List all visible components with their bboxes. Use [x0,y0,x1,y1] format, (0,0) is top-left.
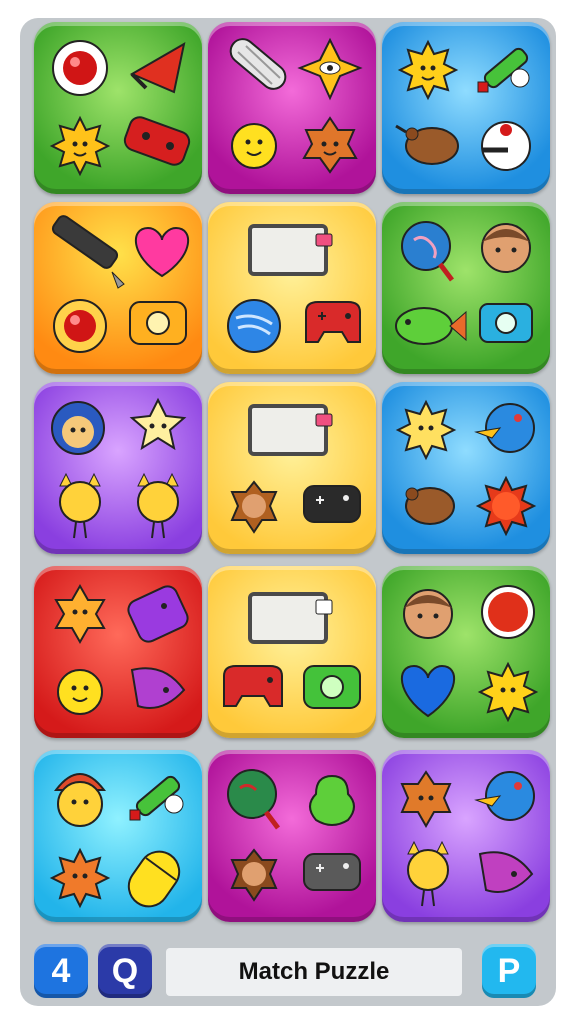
red-button-icon [481,585,535,639]
tile-5[interactable] [208,202,376,374]
red-button-icon [52,40,108,96]
handheld-console-icon [127,585,189,643]
tile-2[interactable] [208,22,376,194]
snowman-head-icon [481,121,531,171]
megaphone-icon [129,42,186,94]
tile-3[interactable] [382,22,550,194]
tile-8[interactable] [208,382,376,554]
star-face-icon [129,397,187,451]
gamepad-icon [305,301,361,343]
bottom-bar: 4 Q Match Puzzle P [32,944,546,1000]
game-title: Match Puzzle [166,948,462,996]
tile-10[interactable] [34,566,202,738]
globe-lollipop-icon [227,769,280,830]
red-sun-icon [49,847,111,909]
q-button[interactable]: Q [98,944,152,998]
bird-ball-icon [474,771,535,821]
star-eye-icon [297,37,363,101]
tile-13[interactable] [34,750,202,922]
screen-card-icon [248,592,333,644]
level-button[interactable]: 4 [34,944,88,998]
screen-card-icon [248,224,333,276]
star-face-icon [230,480,278,534]
bird-ball-icon [474,403,535,453]
tile-12[interactable] [382,566,550,738]
globe-lollipop-icon [401,221,454,282]
sun-face-icon [49,115,111,177]
cone-face-icon [51,401,105,455]
gamepad-icon [303,853,361,891]
star-face-icon [400,770,452,829]
tile-1[interactable] [34,22,202,194]
green-syringe-icon [477,47,530,93]
tile-4[interactable] [34,202,202,374]
sun-face-icon [57,669,103,715]
heart-icon [134,226,190,278]
sun-face-icon [477,661,539,723]
screen-card-icon [248,404,333,456]
tile-15[interactable] [382,750,550,922]
green-syringe-icon [129,775,184,821]
p-button[interactable]: P [482,944,536,998]
red-button-icon [53,299,107,353]
gamepad-icon [303,485,361,523]
cat-face-icon [407,840,449,907]
tile-6[interactable] [382,202,550,374]
sun-face-icon [397,39,459,101]
camera-icon [129,301,187,345]
kiwi-bird-icon [395,124,459,165]
corn-cob-icon [229,38,287,90]
pill-capsule-icon [127,850,181,908]
red-sun-icon [475,475,537,537]
camera-icon [479,303,533,343]
hat-face-icon [53,773,107,827]
bird-icon [130,667,186,709]
sun-face-icon [395,399,457,461]
bird-icon [478,851,534,893]
cat-face-icon [137,472,179,539]
fish-icon [395,307,467,345]
pear-icon [309,774,355,826]
boy-face-icon [403,589,453,639]
star-face-icon [302,116,358,174]
tile-11[interactable] [208,566,376,738]
star-face-icon [230,848,278,902]
tile-7[interactable] [34,382,202,554]
heart-icon [400,664,456,718]
star-face-icon [54,583,106,645]
blue-ball-icon [227,299,281,353]
boy-face-icon [481,223,531,273]
tile-9[interactable] [382,382,550,554]
handheld-console-icon [123,116,191,166]
pen-icon [51,215,125,289]
sun-face-icon [231,123,277,169]
camera-icon [303,665,361,709]
kiwi-bird-icon [405,487,455,525]
gamepad-icon [223,665,283,707]
cat-face-icon [59,472,101,539]
tile-14[interactable] [208,750,376,922]
